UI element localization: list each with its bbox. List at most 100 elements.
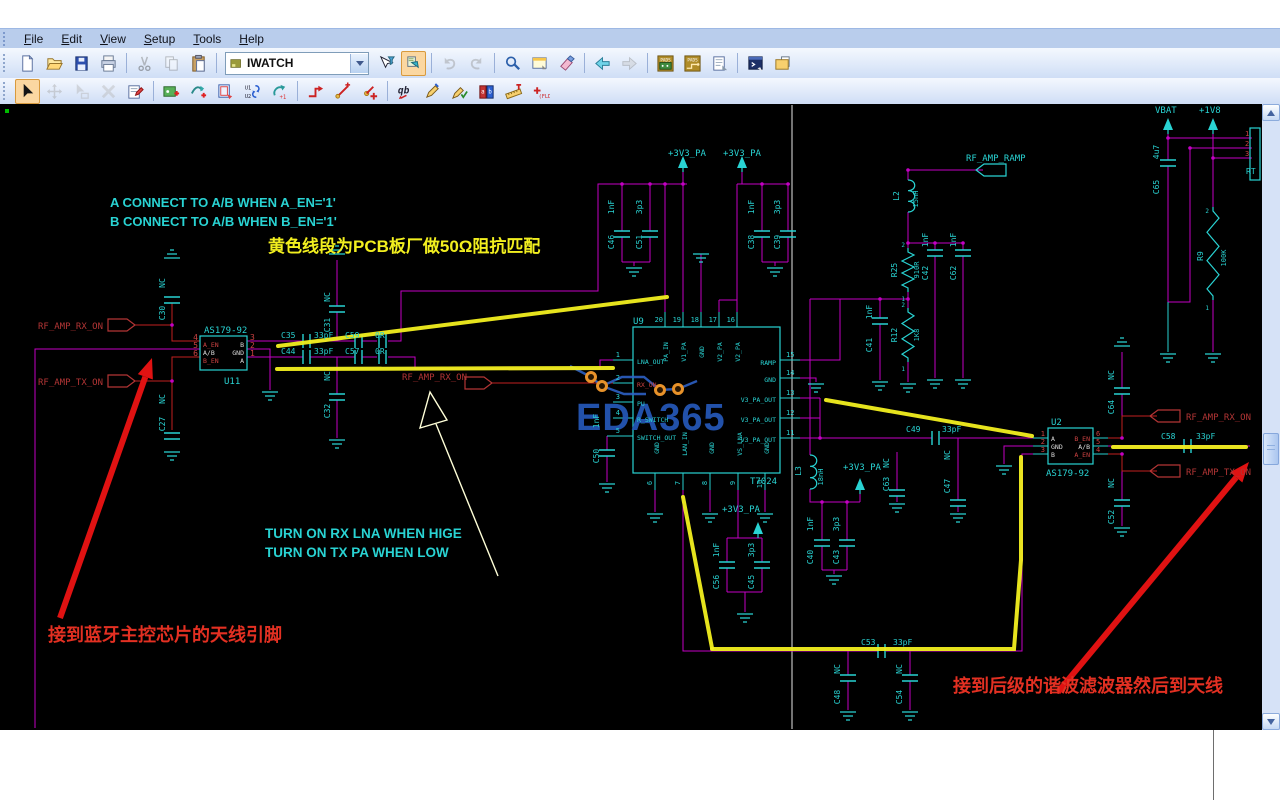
sheet-selector-value: IWATCH: [247, 56, 294, 70]
toolbar-separator: [584, 53, 585, 73]
ground-symbol: [996, 465, 1012, 475]
open-button[interactable]: [42, 51, 67, 76]
red-net-wire: [1108, 453, 1157, 472]
zoom-button[interactable]: [500, 51, 525, 76]
yellow-highlight: [824, 398, 1034, 438]
undo-button[interactable]: [437, 51, 462, 76]
select-tool-button[interactable]: [15, 78, 40, 104]
watermark-donut: [585, 371, 597, 383]
properties-button[interactable]: [707, 51, 732, 76]
watermark-donut: [596, 380, 608, 392]
schematic-text: 0R: [375, 347, 385, 356]
scroll-down-button[interactable]: [1262, 713, 1280, 730]
schematic-text: GND: [698, 346, 706, 358]
edit-text-button[interactable]: [420, 79, 445, 104]
scroll-down-icon: [1267, 718, 1275, 725]
schematic-text: NC: [895, 664, 904, 674]
selection-filter-button[interactable]: [374, 51, 399, 76]
copy-button[interactable]: [159, 51, 184, 76]
save-button[interactable]: [69, 51, 94, 76]
pads-router-button[interactable]: [680, 51, 705, 76]
swap-gates-button[interactable]: [240, 79, 265, 104]
archive-button[interactable]: [770, 51, 795, 76]
menu-setup[interactable]: Setup: [135, 30, 184, 49]
paste-button[interactable]: [186, 51, 211, 76]
pads-layout-button[interactable]: [653, 51, 678, 76]
schematic-text: 1nF: [949, 233, 958, 248]
schematic-canvas[interactable]: EDA365 A CONNECT TO A/B WHEN A_EN='1' B CO…: [0, 104, 1262, 730]
new-button[interactable]: [15, 51, 40, 76]
schematic-text: A_EN: [203, 341, 219, 349]
menu-help[interactable]: Help: [230, 30, 273, 49]
junction-dot: [818, 436, 822, 440]
schematic-text: 33pF: [942, 425, 961, 434]
redraw-button[interactable]: [554, 51, 579, 76]
vertical-scrollbar[interactable]: [1262, 104, 1280, 730]
scroll-up-button[interactable]: [1262, 104, 1280, 121]
sheet-window-button[interactable]: [527, 51, 552, 76]
power-arrow: [753, 522, 763, 534]
sheet-selector-combobox[interactable]: IWATCH: [225, 51, 369, 75]
ground-symbol: [902, 711, 918, 721]
schematic-text: NC: [323, 292, 332, 302]
cut-button[interactable]: [132, 51, 157, 76]
add-connection-button[interactable]: [303, 79, 328, 104]
edit-properties-button[interactable]: [123, 79, 148, 104]
schematic-text: U11: [224, 377, 240, 387]
watermark-donut: [672, 383, 684, 395]
step-and-repeat-button[interactable]: [267, 79, 292, 104]
apart-icon: [162, 82, 181, 101]
move-tool-button[interactable]: [42, 79, 67, 104]
schematic-text: 1nF: [592, 414, 601, 429]
fwd-icon: [620, 54, 639, 73]
bus-icon: [396, 82, 415, 101]
schematic-text: A: [1051, 435, 1055, 443]
redo-button[interactable]: [464, 51, 489, 76]
schematic-text: 7: [674, 481, 682, 485]
next-sheet-button[interactable]: [617, 51, 642, 76]
schematic-text: RF_AMP_RAMP: [966, 154, 1026, 164]
schematic-text: RAMP: [760, 359, 776, 367]
capacitor: [872, 317, 888, 325]
schematic-text: SWITCH_OUT: [637, 434, 676, 442]
cut-icon: [135, 54, 154, 73]
schematic-text: 3: [1041, 446, 1045, 454]
menu-edit[interactable]: Edit: [52, 30, 91, 49]
menu-tools[interactable]: Tools: [184, 30, 230, 49]
drag-tool-button[interactable]: [69, 79, 94, 104]
scrollbar-thumb[interactable]: [1263, 433, 1279, 465]
menu-file[interactable]: File: [15, 30, 52, 49]
print-button[interactable]: [96, 51, 121, 76]
fld-icon: [531, 82, 550, 101]
schematic-text: B_EN: [203, 357, 219, 365]
schematic-text: 2: [901, 302, 905, 309]
toolbar2-grip[interactable]: [3, 82, 10, 100]
split-connection-button[interactable]: [330, 79, 355, 104]
measure-button[interactable]: [501, 79, 526, 104]
add-part-button[interactable]: [159, 79, 184, 104]
previous-sheet-button[interactable]: [590, 51, 615, 76]
delete-tool-button[interactable]: [96, 79, 121, 104]
edit-attribute-button[interactable]: [447, 79, 472, 104]
junction-dot: [760, 182, 764, 186]
drag-icon: [72, 82, 91, 101]
run-script-button[interactable]: [743, 51, 768, 76]
schematic-text: C47: [943, 479, 952, 494]
toolbar1-grip[interactable]: [3, 54, 10, 72]
select-gates-button[interactable]: [401, 50, 426, 76]
menubar-grip[interactable]: [3, 32, 11, 46]
paste-from-file-button[interactable]: [213, 79, 238, 104]
ground-symbol: [164, 451, 180, 461]
combobox-dropdown-button[interactable]: [350, 53, 368, 73]
add-gate-button[interactable]: [186, 79, 211, 104]
menu-view[interactable]: View: [91, 30, 135, 49]
schematic-text: L3: [794, 466, 803, 476]
dictionary-button[interactable]: [474, 79, 499, 104]
schematic-text: GND: [763, 442, 771, 454]
move-tpoint-button[interactable]: [357, 79, 382, 104]
add-bus-button[interactable]: [393, 79, 418, 104]
schematic-text: V2_PA: [716, 342, 724, 362]
schematic-drawing[interactable]: EDA365A CONNECT TO A/B WHEN A_EN='1'B CO…: [0, 104, 1262, 730]
add-field-button[interactable]: [528, 79, 553, 104]
schematic-text: PU: [637, 400, 645, 408]
